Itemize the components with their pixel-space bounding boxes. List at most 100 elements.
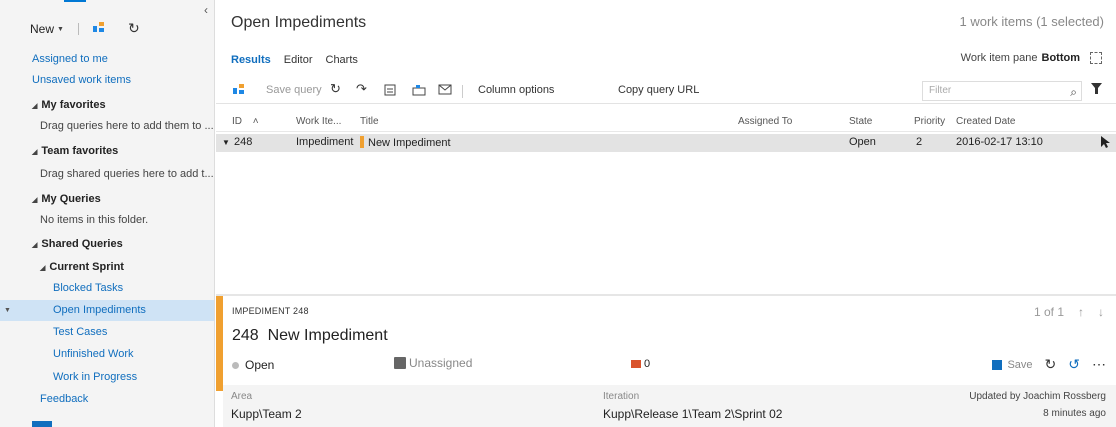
- column-header-work-item-type[interactable]: Work Ite...: [296, 116, 341, 127]
- area-field[interactable]: Kupp\Team 2: [231, 407, 302, 421]
- save-button[interactable]: Save: [992, 358, 1033, 371]
- row-expand-icon[interactable]: ▼: [222, 138, 230, 147]
- new-linked-work-item-icon[interactable]: [384, 84, 398, 99]
- work-item-actions: Save ↻ ↺ ⋯: [992, 356, 1106, 373]
- filter-input[interactable]: Filter ⌕: [922, 81, 1082, 101]
- save-label: Save: [1007, 358, 1033, 371]
- discussion-count-value: 0: [644, 358, 651, 370]
- cell-id: 248: [234, 136, 253, 148]
- sidebar-item-feedback[interactable]: Feedback: [0, 389, 214, 410]
- pager-text: 1 of 1: [1033, 305, 1064, 319]
- page-title: Open Impediments: [231, 14, 367, 31]
- new-query-folder-icon[interactable]: [92, 21, 106, 36]
- work-item-title[interactable]: 248 New Impediment: [232, 327, 388, 345]
- sidebar-folder-current-sprint[interactable]: ◢ Current Sprint: [0, 257, 214, 278]
- person-icon: [394, 357, 406, 369]
- pane-label: Work item pane: [960, 52, 1038, 64]
- work-item-form: IMPEDIMENT 248 248 New Impediment 1 of 1…: [216, 294, 1116, 427]
- column-header-priority[interactable]: Priority: [914, 116, 945, 127]
- discussion-count[interactable]: 0: [631, 358, 650, 370]
- group-label: Team favorites: [41, 145, 119, 157]
- column-header-assigned-to[interactable]: Assigned To: [738, 116, 792, 127]
- group-label: My favorites: [41, 99, 106, 111]
- sidebar-hint-team-favorites: Drag shared queries here to add t...: [40, 168, 214, 180]
- sidebar-group-my-favorites[interactable]: ◢ My favorites: [0, 95, 214, 116]
- column-header-created-date[interactable]: Created Date: [956, 116, 1015, 127]
- new-query-label: New: [30, 22, 55, 36]
- updated-by-link[interactable]: Updated by Joachim Rossberg: [969, 391, 1106, 402]
- sidebar-item-assigned-to-me[interactable]: Assigned to me: [0, 49, 214, 70]
- sidebar-group-shared-queries[interactable]: ◢ Shared Queries: [0, 234, 214, 255]
- work-item-title-text: New Impediment: [267, 327, 388, 344]
- result-count: 1 work items (1 selected): [959, 14, 1105, 29]
- previous-item-icon[interactable]: ↑: [1078, 305, 1084, 319]
- results-toolbar: Save query ↻ ↷ Column options Copy query…: [216, 78, 1116, 104]
- save-query-button[interactable]: Save query: [266, 84, 322, 96]
- sidebar-item-work-in-progress[interactable]: Work in Progress: [0, 367, 214, 388]
- sidebar-group-team-favorites[interactable]: ◢ Team favorites: [0, 141, 214, 162]
- sidebar-group-my-queries[interactable]: ◢ My Queries: [0, 189, 214, 210]
- column-header-id[interactable]: ID ˄: [232, 116, 259, 127]
- undo-icon[interactable]: ↺: [1068, 356, 1080, 373]
- sidebar-item-unsaved-work-items[interactable]: Unsaved work items: [0, 70, 214, 91]
- column-header-title[interactable]: Title: [360, 116, 379, 127]
- expand-icon: ◢: [32, 242, 38, 249]
- tab-results[interactable]: Results: [231, 54, 271, 66]
- open-in-excel-icon[interactable]: [412, 84, 426, 99]
- state-value: Open: [245, 358, 275, 372]
- next-item-icon[interactable]: ↓: [1098, 305, 1104, 319]
- sidebar-item-open-impediments[interactable]: ▼ Open Impediments: [0, 300, 214, 321]
- tab-editor[interactable]: Editor: [284, 54, 313, 66]
- cell-title[interactable]: New Impediment: [360, 136, 451, 149]
- column-options-button[interactable]: Column options: [478, 84, 554, 96]
- work-item-pager: 1 of 1 ↑ ↓: [1034, 305, 1104, 319]
- new-query-icon[interactable]: [232, 83, 246, 98]
- cell-priority: 2: [916, 136, 923, 148]
- sidebar-item-blocked-tasks[interactable]: Blocked Tasks: [0, 278, 214, 299]
- refresh-icon[interactable]: ↻: [1045, 356, 1057, 373]
- updated-time: 8 minutes ago: [1043, 408, 1106, 419]
- link-to-icon[interactable]: ↷: [356, 81, 367, 97]
- iteration-field[interactable]: Kupp\Release 1\Team 2\Sprint 02: [603, 407, 782, 421]
- maximize-icon[interactable]: [1090, 52, 1102, 64]
- copy-query-url-button[interactable]: Copy query URL: [618, 84, 699, 96]
- save-disk-icon: [992, 359, 1003, 370]
- collapse-sidebar-icon[interactable]: ‹: [204, 3, 208, 17]
- work-item-pane-selector[interactable]: Work item pane Bottom: [961, 52, 1102, 64]
- impediment-color-bar: [360, 136, 364, 148]
- cell-state: Open: [849, 136, 876, 148]
- expand-icon: ◢: [32, 149, 38, 156]
- view-tabs: Results Editor Charts: [231, 54, 358, 66]
- expand-icon: ◢: [32, 103, 38, 110]
- new-query-button[interactable]: New ▼: [30, 22, 64, 36]
- chevron-down-icon: ▼: [57, 25, 64, 33]
- work-item-id: 248: [232, 327, 259, 344]
- table-row[interactable]: ▼ 248 Impediment New Impediment Open 2 2…: [216, 134, 1116, 152]
- sidebar-item-test-cases[interactable]: Test Cases: [0, 322, 214, 343]
- comment-icon: [631, 360, 641, 368]
- work-item-type-label: IMPEDIMENT 248: [232, 306, 309, 316]
- search-icon[interactable]: ⌕: [1070, 83, 1077, 101]
- sidebar-item-unfinished-work[interactable]: Unfinished Work: [0, 344, 214, 365]
- email-icon[interactable]: [438, 84, 452, 98]
- tab-charts[interactable]: Charts: [326, 54, 358, 66]
- area-label: Area: [231, 391, 253, 402]
- refresh-icon[interactable]: ↻: [128, 20, 140, 37]
- cell-created-date: 2016-02-17 13:10: [956, 136, 1043, 148]
- recycle-bin-icon[interactable]: [32, 418, 52, 427]
- sidebar-item-label: Open Impediments: [53, 304, 146, 316]
- expand-icon: ◢: [32, 197, 38, 204]
- assigned-to-value: Unassigned: [409, 356, 473, 370]
- filter-funnel-icon[interactable]: [1091, 83, 1102, 97]
- folder-label: Current Sprint: [49, 261, 124, 273]
- refresh-icon[interactable]: ↻: [330, 81, 341, 97]
- column-header-state[interactable]: State: [849, 116, 872, 127]
- mouse-pointer-icon: [1101, 136, 1110, 152]
- toolbar-divider: [78, 23, 79, 35]
- more-actions-icon[interactable]: ⋯: [1092, 356, 1106, 373]
- state-dot-icon: [232, 361, 239, 369]
- state-field[interactable]: Open: [232, 358, 274, 372]
- toolbar-divider: [462, 85, 463, 98]
- sidebar-hint-my-queries: No items in this folder.: [40, 214, 149, 226]
- assigned-to-field[interactable]: Unassigned: [394, 356, 472, 370]
